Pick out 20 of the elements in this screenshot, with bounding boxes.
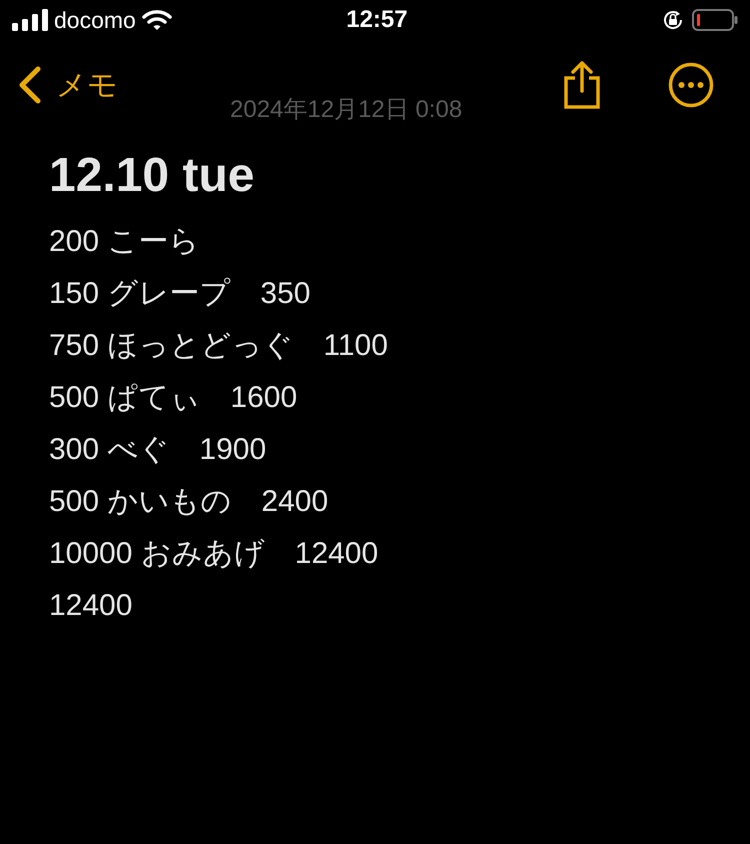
more-icon[interactable] [668,62,714,108]
note-title: 12.10 tue [49,148,256,204]
share-icon[interactable] [562,61,602,109]
rotation-lock-icon [662,9,684,31]
clock-time: 12:57 [346,8,408,32]
note-line: 150 グレープ 350 [49,276,310,312]
note-line: 300 べぐ 1900 [49,432,266,468]
back-button[interactable]: メモ [18,62,118,108]
note-line: 12400 [49,588,132,624]
note-line: 500 かいもの 2400 [49,484,328,520]
carrier-name: docomo [54,8,136,32]
signal-icon [12,9,48,31]
battery-icon [692,9,738,31]
wifi-icon [142,9,172,31]
note-line: 10000 おみあげ 12400 [49,536,378,572]
note-line: 500 ぱてぃ 1600 [49,380,298,416]
note-date: 2024年12月12日 0:08 [230,98,462,122]
note-line: 200 こーら [49,224,200,260]
back-chevron-icon [18,66,42,104]
note-line: 750 ほっとどっぐ 1100 [49,328,388,364]
